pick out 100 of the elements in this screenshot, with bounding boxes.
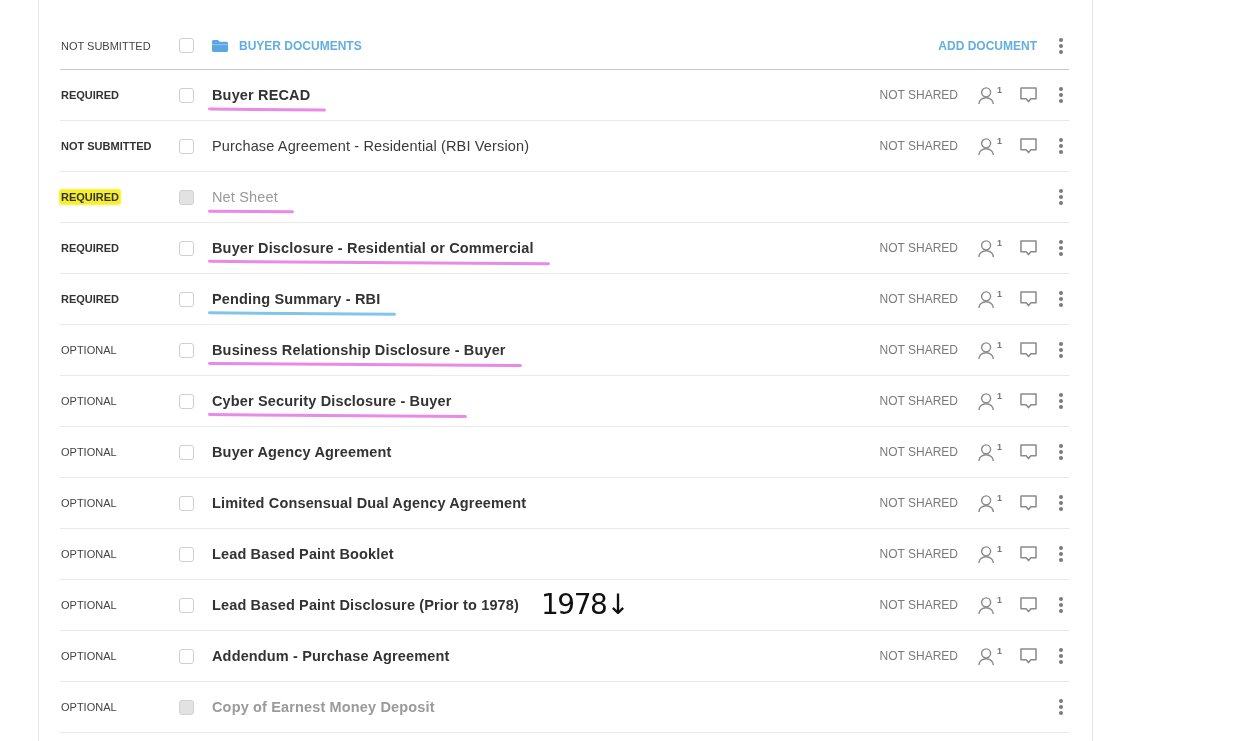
- comment-icon: [1020, 240, 1037, 256]
- share-status: NOT SHARED: [879, 343, 958, 357]
- vertical-dots-icon: [1059, 597, 1063, 613]
- comment-icon: [1020, 393, 1037, 409]
- person-icon: [978, 340, 996, 360]
- person-icon: [978, 442, 996, 462]
- comment-button[interactable]: [1020, 444, 1037, 460]
- assignees-button[interactable]: 1: [978, 646, 1002, 666]
- vertical-dots-icon: [1059, 393, 1063, 409]
- vertical-dots-icon: [1059, 546, 1063, 562]
- document-status: REQUIRED: [60, 241, 121, 255]
- share-status: NOT SHARED: [879, 598, 958, 612]
- document-title[interactable]: Cyber Security Disclosure - Buyer: [212, 393, 452, 409]
- share-status: NOT SHARED: [879, 649, 958, 663]
- share-status: NOT SHARED: [879, 547, 958, 561]
- assignees-button[interactable]: 1: [978, 493, 1002, 513]
- document-checkbox[interactable]: [179, 546, 194, 562]
- comment-icon: [1020, 342, 1037, 358]
- comment-button[interactable]: [1020, 648, 1037, 664]
- assignees-button[interactable]: 1: [978, 544, 1002, 564]
- document-status: OPTIONAL: [60, 700, 118, 714]
- folder-name[interactable]: BUYER DOCUMENTS: [239, 38, 362, 53]
- share-status: NOT SHARED: [879, 88, 958, 102]
- vertical-dots-icon: [1059, 699, 1063, 715]
- assignees-button[interactable]: 1: [978, 136, 1002, 156]
- vertical-dots-icon: [1059, 37, 1063, 54]
- assignees-button[interactable]: 1: [978, 391, 1002, 411]
- person-icon: [978, 391, 996, 411]
- document-title[interactable]: Buyer Agency Agreement: [212, 444, 392, 460]
- document-checkbox[interactable]: [179, 495, 194, 511]
- comment-button[interactable]: [1020, 546, 1037, 562]
- document-title[interactable]: Limited Consensual Dual Agency Agreement: [212, 495, 527, 511]
- comment-icon: [1020, 291, 1037, 307]
- vertical-dots-icon: [1059, 240, 1063, 256]
- document-title[interactable]: Purchase Agreement - Residential (RBI Version): [212, 138, 530, 154]
- comment-icon: [1020, 597, 1037, 613]
- document-title[interactable]: Lead Based Paint Disclosure (Prior to 1978): [212, 597, 520, 613]
- assignees-button[interactable]: 1: [978, 85, 1002, 105]
- folder-status: NOT SUBMITTED: [60, 38, 152, 53]
- handwritten-note: 1978↓: [541, 589, 629, 621]
- document-checkbox[interactable]: [179, 138, 194, 154]
- document-checkbox[interactable]: [179, 87, 194, 103]
- vertical-dots-icon: [1059, 495, 1063, 511]
- folder-icon: [212, 39, 228, 52]
- vertical-dots-icon: [1059, 444, 1063, 460]
- vertical-dots-icon: [1059, 342, 1063, 358]
- person-icon: [978, 646, 996, 666]
- document-title[interactable]: Pending Summary - RBI: [212, 291, 381, 307]
- person-icon: [978, 544, 996, 564]
- comment-button[interactable]: [1020, 495, 1037, 511]
- vertical-dots-icon: [1059, 87, 1063, 103]
- comment-button[interactable]: [1020, 291, 1037, 307]
- document-checkbox[interactable]: [179, 393, 194, 409]
- document-checkbox[interactable]: [179, 597, 194, 613]
- document-status: OPTIONAL: [60, 649, 118, 663]
- document-status: REQUIRED: [60, 190, 121, 204]
- comment-button[interactable]: [1020, 87, 1037, 103]
- vertical-dots-icon: [1059, 291, 1063, 307]
- document-status: OPTIONAL: [60, 343, 118, 357]
- folder-checkbox[interactable]: [179, 38, 194, 53]
- assignees-button[interactable]: 1: [978, 595, 1002, 615]
- document-checkbox[interactable]: [179, 444, 194, 460]
- comment-icon: [1020, 87, 1037, 103]
- share-status: NOT SHARED: [879, 139, 958, 153]
- document-title[interactable]: Buyer Disclosure - Residential or Commercial: [212, 240, 534, 256]
- document-title[interactable]: Business Relationship Disclosure - Buyer: [212, 342, 506, 358]
- document-status: NOT SUBMITTED: [60, 139, 153, 153]
- share-status: NOT SHARED: [879, 496, 958, 510]
- assignees-button[interactable]: 1: [978, 442, 1002, 462]
- document-status: OPTIONAL: [60, 547, 118, 561]
- comment-button[interactable]: [1020, 342, 1037, 358]
- document-checkbox[interactable]: [179, 240, 194, 256]
- document-status: OPTIONAL: [60, 394, 118, 408]
- person-icon: [978, 289, 996, 309]
- person-icon: [978, 595, 996, 615]
- share-status: NOT SHARED: [879, 445, 958, 459]
- document-checkbox[interactable]: [179, 291, 194, 307]
- document-title[interactable]: Buyer RECAD: [212, 87, 311, 103]
- comment-button[interactable]: [1020, 138, 1037, 154]
- person-icon: [978, 136, 996, 156]
- document-status: REQUIRED: [60, 88, 121, 102]
- vertical-dots-icon: [1059, 648, 1063, 664]
- assignees-button[interactable]: 1: [978, 340, 1002, 360]
- document-title[interactable]: Addendum - Purchase Agreement: [212, 648, 450, 664]
- comment-button[interactable]: [1020, 393, 1037, 409]
- document-title[interactable]: Lead Based Paint Booklet: [212, 546, 394, 562]
- document-checkbox[interactable]: [179, 342, 194, 358]
- share-status: NOT SHARED: [879, 394, 958, 408]
- comment-button[interactable]: [1020, 240, 1037, 256]
- comment-icon: [1020, 444, 1037, 460]
- add-document-link[interactable]: ADD DOCUMENT: [938, 38, 1037, 53]
- person-icon: [978, 493, 996, 513]
- document-checkbox[interactable]: [179, 648, 194, 664]
- comment-icon: [1020, 495, 1037, 511]
- person-icon: [978, 85, 996, 105]
- comment-icon: [1020, 138, 1037, 154]
- assignees-button[interactable]: 1: [978, 238, 1002, 258]
- assignees-button[interactable]: 1: [978, 289, 1002, 309]
- comment-button[interactable]: [1020, 597, 1037, 613]
- document-status: OPTIONAL: [60, 496, 118, 510]
